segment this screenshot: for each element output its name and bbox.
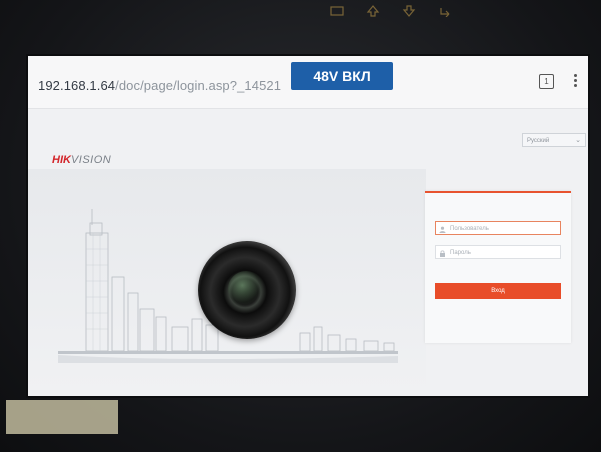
lock-icon [439,249,446,257]
arrow-up-icon[interactable] [366,4,380,17]
login-page: HIKVISION Русский ⌄ Пользователь Пароль … [28,109,588,396]
url-field[interactable]: 192.168.1.64/doc/page/login.asp?_14521 [38,78,281,93]
login-button[interactable]: Вход [435,283,561,299]
username-field[interactable]: Пользователь [435,221,561,235]
bezel-sticker [6,400,118,434]
username-placeholder: Пользователь [450,226,489,232]
hikvision-logo: HIKVISION [52,154,112,166]
url-path: /doc/page/login.asp?_14521 [115,78,282,93]
password-field[interactable]: Пароль [435,245,561,259]
chevron-down-icon: ⌄ [575,137,581,144]
arrow-down-icon[interactable] [402,4,416,17]
language-label: Русский [527,138,550,144]
tab-count-icon[interactable]: 1 [539,74,554,89]
return-icon[interactable] [438,4,452,18]
login-form: Пользователь Пароль Вход [425,191,571,343]
monitor-screen: 192.168.1.64/doc/page/login.asp?_14521 1… [28,56,588,396]
camera-lens-graphic [198,241,296,339]
user-icon [439,225,446,233]
url-host: 192.168.1.64 [38,78,116,93]
monitor-controls [330,4,452,18]
language-select[interactable]: Русский ⌄ [522,133,586,147]
browser-menu-icon[interactable] [572,72,578,88]
hero-illustration [28,169,426,394]
password-placeholder: Пароль [450,250,471,256]
menu-icon[interactable] [330,4,344,16]
power-status-badge: 48V ВКЛ [291,62,393,90]
